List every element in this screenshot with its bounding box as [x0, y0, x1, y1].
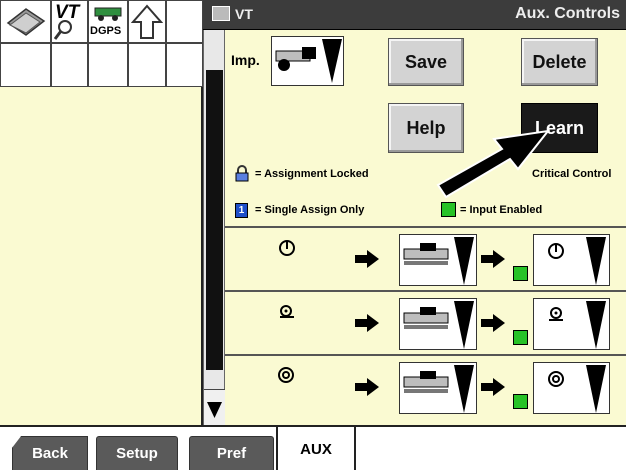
implement-icon [403, 237, 474, 285]
right-arrow-icon [481, 314, 505, 332]
empty-cell[interactable] [166, 0, 203, 43]
vt-window-icon [212, 6, 230, 21]
aux-controls-panel: Imp. Save Delete Help Learn = Assignment… [225, 30, 626, 425]
save-button[interactable]: Save [388, 38, 464, 86]
implement-function-selector[interactable] [399, 362, 477, 414]
implement-icon [403, 301, 474, 349]
assignment-row [225, 292, 626, 356]
pointer-arrow-icon [436, 129, 550, 199]
vt-label: VT [55, 2, 80, 23]
right-arrow-icon [355, 378, 379, 396]
dgps-label: DGPS [90, 25, 122, 37]
book-icon [6, 8, 46, 36]
implement-function-selector[interactable] [399, 234, 477, 286]
right-arrow-icon [481, 378, 505, 396]
title-bar: VT Aux. Controls [203, 0, 626, 30]
disc-icon [548, 365, 606, 413]
left-panel: VT DGPS [0, 0, 203, 425]
delete-button[interactable]: Delete [521, 38, 598, 86]
empty-cell[interactable] [166, 43, 203, 87]
input-enabled-checkbox[interactable] [513, 266, 528, 281]
icon-grid: VT DGPS [0, 0, 203, 87]
tractor-icon [94, 7, 122, 21]
right-arrow-icon [481, 250, 505, 268]
scrollbar[interactable] [203, 30, 225, 425]
back-button[interactable]: Back [12, 436, 88, 470]
tab-pref[interactable]: Pref [189, 436, 274, 470]
input-enabled-icon [441, 202, 456, 217]
input-assignment-selector[interactable] [533, 298, 610, 350]
tab-bar: Back Setup Pref AUX [0, 425, 626, 470]
legend-locked: = Assignment Locked [255, 168, 369, 180]
implement-icon [403, 365, 474, 413]
power-icon [548, 237, 606, 285]
assignment-row [225, 228, 626, 292]
legend-single: = Single Assign Only [255, 204, 365, 216]
right-arrow-icon [355, 250, 379, 268]
tab-aux[interactable]: AUX [276, 427, 356, 470]
up-arrow-icon [131, 4, 163, 39]
single-assign-icon: 1 [235, 203, 248, 218]
empty-cell[interactable] [0, 43, 51, 87]
input-assignment-selector[interactable] [533, 234, 610, 286]
scroll-down-button[interactable] [204, 389, 225, 425]
right-arrow-icon [355, 314, 379, 332]
imp-label: Imp. [231, 52, 260, 68]
scroll-thumb[interactable] [206, 70, 223, 370]
implement-function-selector[interactable] [399, 298, 477, 350]
implement-selector[interactable] [271, 36, 344, 86]
empty-cell[interactable] [128, 43, 166, 87]
empty-cell[interactable] [88, 43, 128, 87]
book-cell[interactable] [0, 0, 51, 43]
title-vt: VT [235, 6, 253, 22]
empty-cell[interactable] [51, 43, 88, 87]
input-assignment-selector[interactable] [533, 362, 610, 414]
gear-pointer-icon [280, 305, 294, 318]
power-icon [279, 240, 295, 256]
down-triangle-icon [207, 402, 222, 418]
gear-pointer-icon [549, 301, 606, 349]
tab-setup[interactable]: Setup [96, 436, 178, 470]
up-button[interactable] [128, 0, 166, 43]
lock-icon [235, 165, 249, 182]
input-enabled-checkbox[interactable] [513, 394, 528, 409]
page-title: Aux. Controls [515, 5, 620, 22]
legend-enabled: = Input Enabled [460, 204, 543, 216]
implement-icon [275, 39, 342, 83]
assignment-row [225, 356, 626, 420]
disc-icon [278, 367, 294, 383]
input-enabled-checkbox[interactable] [513, 330, 528, 345]
